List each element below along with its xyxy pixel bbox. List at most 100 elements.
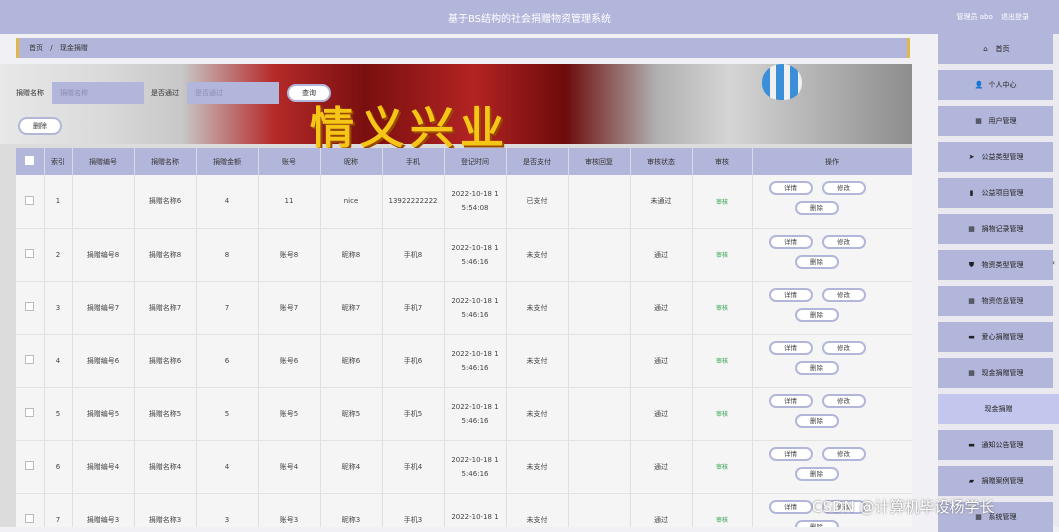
col-header: 是否支付	[506, 148, 569, 175]
detail-button[interactable]: 详情	[768, 287, 813, 302]
sidebar-item[interactable]: ▦ 现金捐赠管理	[938, 358, 1053, 388]
sidebar-item[interactable]: ▦ 物资信息管理	[938, 286, 1053, 316]
select-all-checkbox[interactable]	[16, 148, 45, 175]
cell-name: 捐赠名称5	[134, 387, 197, 441]
audit-link[interactable]: 审核	[716, 252, 728, 259]
cell-code: 捐赠编号5	[72, 387, 135, 441]
sidebar-item[interactable]: ⛊ 物资类型管理	[938, 250, 1053, 280]
cell-idx: 1	[44, 175, 73, 229]
box-icon: ▬	[968, 333, 975, 341]
cell-nick: 昵称5	[320, 387, 383, 441]
cell-ops: 详情 修改删除	[752, 334, 912, 388]
row-checkbox[interactable]	[16, 440, 45, 494]
delete-button[interactable]: 删除	[794, 307, 839, 322]
edit-button[interactable]: 修改	[821, 340, 866, 355]
breadcrumb-home[interactable]: 首页	[29, 44, 43, 52]
table-row: 6 捐赠编号4 捐赠名称4 4 账号4 昵称4 手机4 2022-10-18 1 5:46:16…	[16, 440, 912, 494]
delete-button[interactable]: 删除	[794, 519, 839, 527]
cell-nick: 昵称4	[320, 440, 383, 494]
row-checkbox[interactable]	[16, 387, 45, 441]
sidebar-item[interactable]: ▬ 爱心捐赠管理	[938, 322, 1053, 352]
table-row: 7 捐赠编号3 捐赠名称3 3 账号3 昵称3 手机3 2022-10-18 1 未支付 通过 审核…	[16, 493, 912, 527]
sidebar-item[interactable]: ➤ 公益类型管理	[938, 142, 1053, 172]
time-line2: 5:54:08	[461, 204, 489, 213]
sidebar-item[interactable]: ▦ 用户管理	[938, 106, 1053, 136]
sidebar-item-label: 爱心捐赠管理	[981, 333, 1024, 341]
row-checkbox[interactable]	[16, 228, 45, 282]
audit-link[interactable]: 审核	[716, 411, 728, 418]
grid-icon: ▦	[975, 117, 982, 125]
sidebar-item[interactable]: ⌂ 首页	[938, 34, 1053, 64]
logout-link[interactable]: 退出登录	[1001, 13, 1029, 21]
row-checkbox[interactable]	[16, 334, 45, 388]
edit-button[interactable]: 修改	[821, 181, 866, 196]
cell-ops: 详情 修改删除	[752, 228, 912, 282]
cell-paid: 未支付	[506, 387, 569, 441]
approved-label: 是否通过	[151, 89, 179, 97]
table-row: 3 捐赠编号7 捐赠名称7 7 账号7 昵称7 手机7 2022-10-18 1 5:46:16…	[16, 281, 912, 335]
table-row: 4 捐赠编号6 捐赠名称6 6 账号6 昵称6 手机6 2022-10-18 1 5:46:16…	[16, 334, 912, 388]
cell-audit: 审核	[692, 440, 753, 494]
grid-icon: ▦	[968, 369, 975, 377]
cell-reply	[568, 175, 631, 229]
cell-account: 账号6	[258, 334, 321, 388]
user-label: 管理员 abo	[956, 13, 993, 21]
cell-amount: 8	[196, 228, 259, 282]
col-header: 操作	[752, 148, 912, 175]
collapse-handle-icon[interactable]: ‹	[1052, 258, 1055, 267]
delete-button[interactable]: 删除	[794, 254, 839, 269]
sidebar-item[interactable]: ▦ 捐物记录管理	[938, 214, 1053, 244]
table-row: 5 捐赠编号5 捐赠名称5 5 账号5 昵称5 手机5 2022-10-18 1 5:46:16…	[16, 387, 912, 441]
cell-phone: 手机3	[382, 493, 445, 527]
name-input[interactable]: 捐赠名称	[52, 82, 144, 104]
cell-phone: 手机7	[382, 281, 445, 335]
sidebar-item[interactable]: ▬ 通知公告管理	[938, 430, 1053, 460]
audit-link[interactable]: 审核	[716, 517, 728, 524]
cell-paid: 未支付	[506, 281, 569, 335]
audit-link[interactable]: 审核	[716, 464, 728, 471]
cell-amount: 7	[196, 281, 259, 335]
audit-link[interactable]: 审核	[716, 199, 728, 206]
delete-selected-button[interactable]: 删除	[18, 117, 62, 135]
cell-audit: 审核	[692, 228, 753, 282]
shield-icon: ⛊	[968, 261, 975, 269]
cell-phone: 手机8	[382, 228, 445, 282]
delete-button[interactable]: 删除	[794, 413, 839, 428]
detail-button[interactable]: 详情	[768, 234, 813, 249]
app-title: 基于BS结构的社会捐赠物资管理系统	[447, 14, 612, 25]
grid-icon: ▦	[968, 225, 975, 233]
cell-reply	[568, 493, 631, 527]
detail-button[interactable]: 详情	[768, 499, 813, 514]
cell-code: 捐赠编号8	[72, 228, 135, 282]
detail-button[interactable]: 详情	[768, 181, 813, 196]
row-checkbox[interactable]	[16, 493, 45, 527]
delete-button[interactable]: 删除	[794, 466, 839, 481]
cell-time: 2022-10-18 1 5:46:16	[444, 387, 507, 441]
col-header: 审核状态	[630, 148, 693, 175]
delete-button[interactable]: 删除	[794, 201, 839, 216]
breadcrumb-sep: /	[50, 44, 53, 52]
query-button[interactable]: 查询	[287, 84, 331, 102]
sidebar-item[interactable]: 👤 个人中心	[938, 70, 1053, 100]
delete-button[interactable]: 删除	[794, 360, 839, 375]
audit-link[interactable]: 审核	[716, 305, 728, 312]
sidebar-item[interactable]: 现金捐赠	[938, 394, 1059, 424]
cell-nick: 昵称8	[320, 228, 383, 282]
cell-time: 2022-10-18 1 5:46:16	[444, 281, 507, 335]
row-checkbox[interactable]	[16, 175, 45, 229]
edit-button[interactable]: 修改	[821, 287, 866, 302]
data-table: 索引 捐赠编号 捐赠名称 捐赠金额 账号 昵称 手机 登记时间 是否支付 审核回…	[16, 148, 912, 527]
row-checkbox[interactable]	[16, 281, 45, 335]
edit-button[interactable]: 修改	[821, 446, 866, 461]
edit-button[interactable]: 修改	[821, 393, 866, 408]
detail-button[interactable]: 详情	[768, 340, 813, 355]
detail-button[interactable]: 详情	[768, 393, 813, 408]
sidebar-item-label: 首页	[995, 45, 1010, 53]
edit-button[interactable]: 修改	[821, 234, 866, 249]
cell-paid: 未支付	[506, 228, 569, 282]
detail-button[interactable]: 详情	[768, 446, 813, 461]
sidebar-item[interactable]: ▮ 公益项目管理	[938, 178, 1053, 208]
sidebar-item[interactable]: ▰ 捐赠案例管理	[938, 466, 1053, 496]
approved-select[interactable]: 是否通过	[187, 82, 279, 104]
audit-link[interactable]: 审核	[716, 358, 728, 365]
